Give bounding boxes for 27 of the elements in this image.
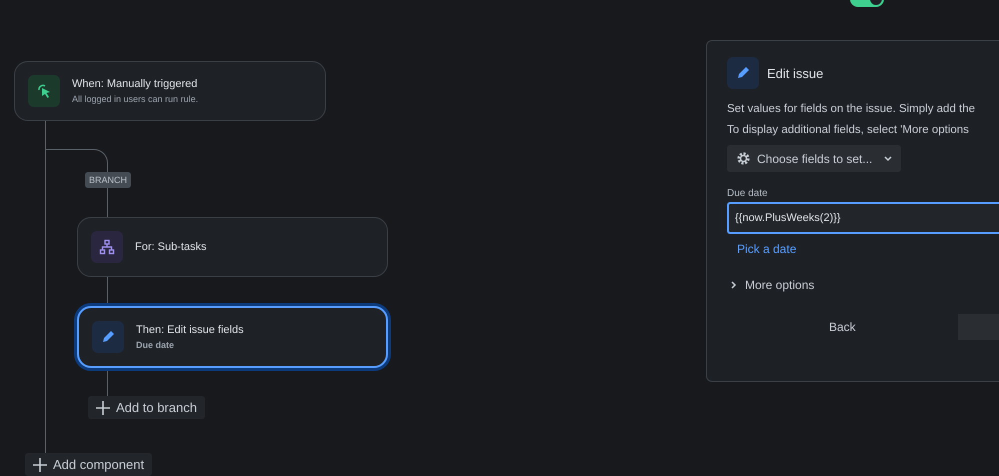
- plus-icon: [96, 400, 110, 414]
- plus-icon: [33, 458, 47, 472]
- node-title: When: Manually triggered: [72, 78, 198, 90]
- chevron-down-icon: [884, 156, 892, 162]
- pencil-icon: [735, 65, 751, 81]
- add-to-branch-button[interactable]: Add to branch: [88, 396, 205, 419]
- add-component-button[interactable]: Add component: [25, 453, 152, 476]
- branch-tag: BRANCH: [85, 172, 132, 188]
- trigger-node[interactable]: When: Manually triggered All logged in users can run rule.: [14, 61, 326, 121]
- pencil-icon: [100, 329, 116, 345]
- panel-description: To display additional fields, select 'More options: [727, 124, 969, 136]
- pick-date-link[interactable]: Pick a date: [737, 242, 796, 256]
- panel-description: Set values for fields on the issue. Simply add the: [727, 103, 976, 115]
- cursor-icon: [36, 83, 52, 99]
- panel-title: Edit issue: [767, 66, 824, 80]
- gear-icon: [736, 151, 751, 166]
- choose-fields-dropdown[interactable]: Choose fields to set...: [727, 145, 902, 172]
- node-title: Then: Edit issue fields: [136, 324, 244, 336]
- back-button[interactable]: Back: [817, 314, 868, 340]
- field-label: Due date: [727, 188, 769, 199]
- hierarchy-icon: [99, 239, 115, 255]
- due-date-field[interactable]: {{now.PlusWeeks(2)}}: [727, 202, 999, 234]
- more-options-toggle[interactable]: More options: [727, 278, 818, 292]
- chevron-icon: [731, 281, 737, 289]
- node-subtitle: All logged in users can run rule.: [72, 94, 198, 104]
- node-subtitle: Due date: [136, 340, 176, 350]
- node-title: For: Sub-tasks: [135, 241, 207, 253]
